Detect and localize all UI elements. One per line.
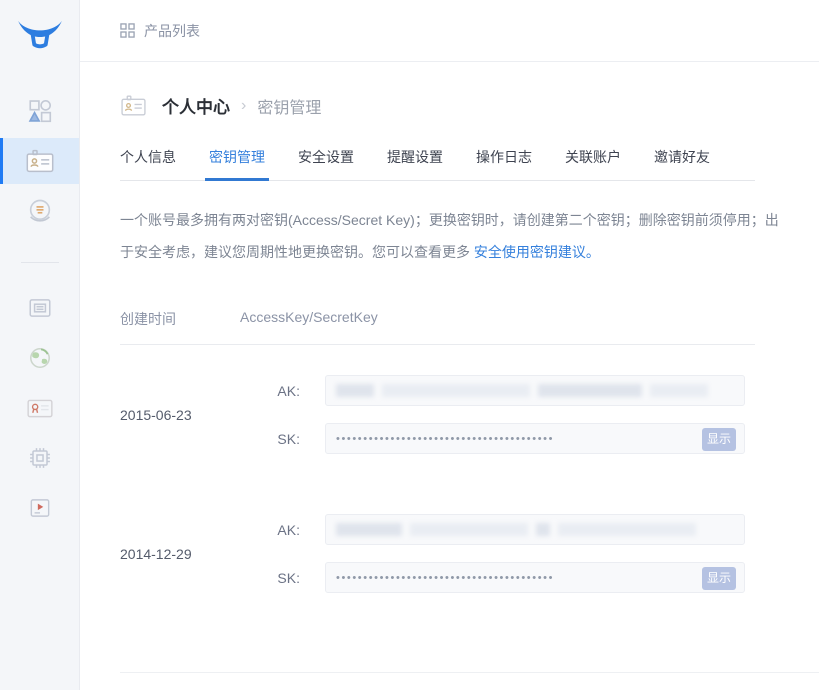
redacted-value: [336, 523, 696, 536]
show-secret-button[interactable]: 显示: [702, 567, 736, 590]
sidebar-item-profile[interactable]: [0, 138, 79, 184]
certificate-icon: [26, 395, 54, 421]
key-fields: AK: SK: ••••••••••••••••••••••••••••••••…: [240, 514, 755, 593]
key-row: 2015-06-23 AK: SK: •••••••••••••••••••••…: [120, 375, 755, 454]
tab-security-settings[interactable]: 安全设置: [298, 147, 354, 180]
video-player-icon: [27, 495, 53, 521]
sidebar-nav: [0, 76, 79, 533]
section-divider: [120, 672, 819, 673]
description-text: 一个账号最多拥有两对密钥(Access/Secret Key)；更换密钥时，请创…: [120, 212, 779, 260]
ak-label: AK:: [277, 382, 300, 399]
product-list-button[interactable]: 产品列表: [120, 21, 200, 41]
key-created-date: 2015-06-23: [120, 406, 192, 423]
tab-reminder-settings[interactable]: 提醒设置: [387, 147, 443, 180]
tab-linked-accounts[interactable]: 关联账户: [565, 147, 621, 180]
ak-field-line: AK:: [240, 514, 755, 545]
key-policy-description: 一个账号最多拥有两对密钥(Access/Secret Key)；更换密钥时，请创…: [120, 204, 792, 268]
sk-label: SK:: [277, 569, 300, 586]
id-card-icon: [120, 94, 147, 117]
ak-field-line: AK:: [240, 375, 755, 406]
coin-hand-icon: [26, 197, 54, 225]
breadcrumb-section[interactable]: 个人中心: [162, 93, 230, 118]
grid-icon: [120, 23, 135, 38]
key-fields: AK: SK: ••••••••••••••••••••••••••••••••…: [240, 375, 755, 454]
breadcrumb: 个人中心 › 密钥管理: [120, 93, 755, 118]
table-header: 创建时间 AccessKey/SecretKey: [120, 309, 755, 345]
chip-icon: [26, 444, 54, 472]
ak-label: AK:: [277, 521, 300, 538]
sidebar-item-certificate[interactable]: [0, 383, 79, 433]
tab-key-management[interactable]: 密钥管理: [205, 147, 269, 181]
topbar: 产品列表: [80, 0, 819, 62]
tab-invite-friends[interactable]: 邀请好友: [654, 147, 710, 180]
sk-field-line: SK: ••••••••••••••••••••••••••••••••••••…: [240, 423, 755, 454]
sidebar-item-storage[interactable]: [0, 283, 79, 333]
ak-value-field[interactable]: [325, 375, 745, 406]
sidebar-item-network[interactable]: [0, 333, 79, 383]
tab-operation-log[interactable]: 操作日志: [476, 147, 532, 180]
masked-secret-value: ••••••••••••••••••••••••••••••••••••••••: [336, 432, 555, 445]
column-accesskey-secretkey: AccessKey/SecretKey: [240, 309, 378, 325]
bull-logo-icon: [17, 18, 63, 58]
column-created-time: 创建时间: [120, 311, 176, 327]
folder-icon: [27, 295, 53, 321]
sidebar: [0, 0, 80, 690]
main-content: 个人中心 › 密钥管理 个人信息 密钥管理 安全设置 提醒设置 操作日志 关联账…: [80, 62, 819, 690]
sidebar-item-compute[interactable]: [0, 433, 79, 483]
tab-bar: 个人信息 密钥管理 安全设置 提醒设置 操作日志 关联账户 邀请好友: [120, 147, 755, 181]
app-logo[interactable]: [0, 0, 79, 76]
sidebar-item-products[interactable]: [0, 86, 79, 136]
masked-secret-value: ••••••••••••••••••••••••••••••••••••••••: [336, 571, 555, 584]
id-card-icon: [25, 148, 55, 174]
shapes-icon: [27, 98, 53, 124]
sidebar-divider: [20, 262, 59, 263]
key-created-date: 2014-12-29: [120, 545, 192, 562]
ak-value-field[interactable]: [325, 514, 745, 545]
globe-icon: [27, 345, 53, 371]
active-indicator-bar: [0, 138, 3, 184]
redacted-value: [336, 384, 708, 397]
tab-personal-info[interactable]: 个人信息: [120, 147, 176, 180]
breadcrumb-page: 密钥管理: [257, 99, 322, 117]
key-row: 2014-12-29 AK: SK: •••••••••••••••••••••…: [120, 514, 755, 593]
security-advice-link[interactable]: 安全使用密钥建议。: [474, 244, 600, 260]
sk-label: SK:: [277, 430, 300, 447]
chevron-right-icon: ›: [241, 96, 247, 114]
show-secret-button[interactable]: 显示: [702, 428, 736, 451]
sk-value-field[interactable]: ••••••••••••••••••••••••••••••••••••••••…: [325, 423, 745, 454]
sk-field-line: SK: ••••••••••••••••••••••••••••••••••••…: [240, 562, 755, 593]
sidebar-item-media[interactable]: [0, 483, 79, 533]
product-list-label: 产品列表: [144, 22, 200, 39]
sk-value-field[interactable]: ••••••••••••••••••••••••••••••••••••••••…: [325, 562, 745, 593]
sidebar-item-billing[interactable]: [0, 186, 79, 236]
